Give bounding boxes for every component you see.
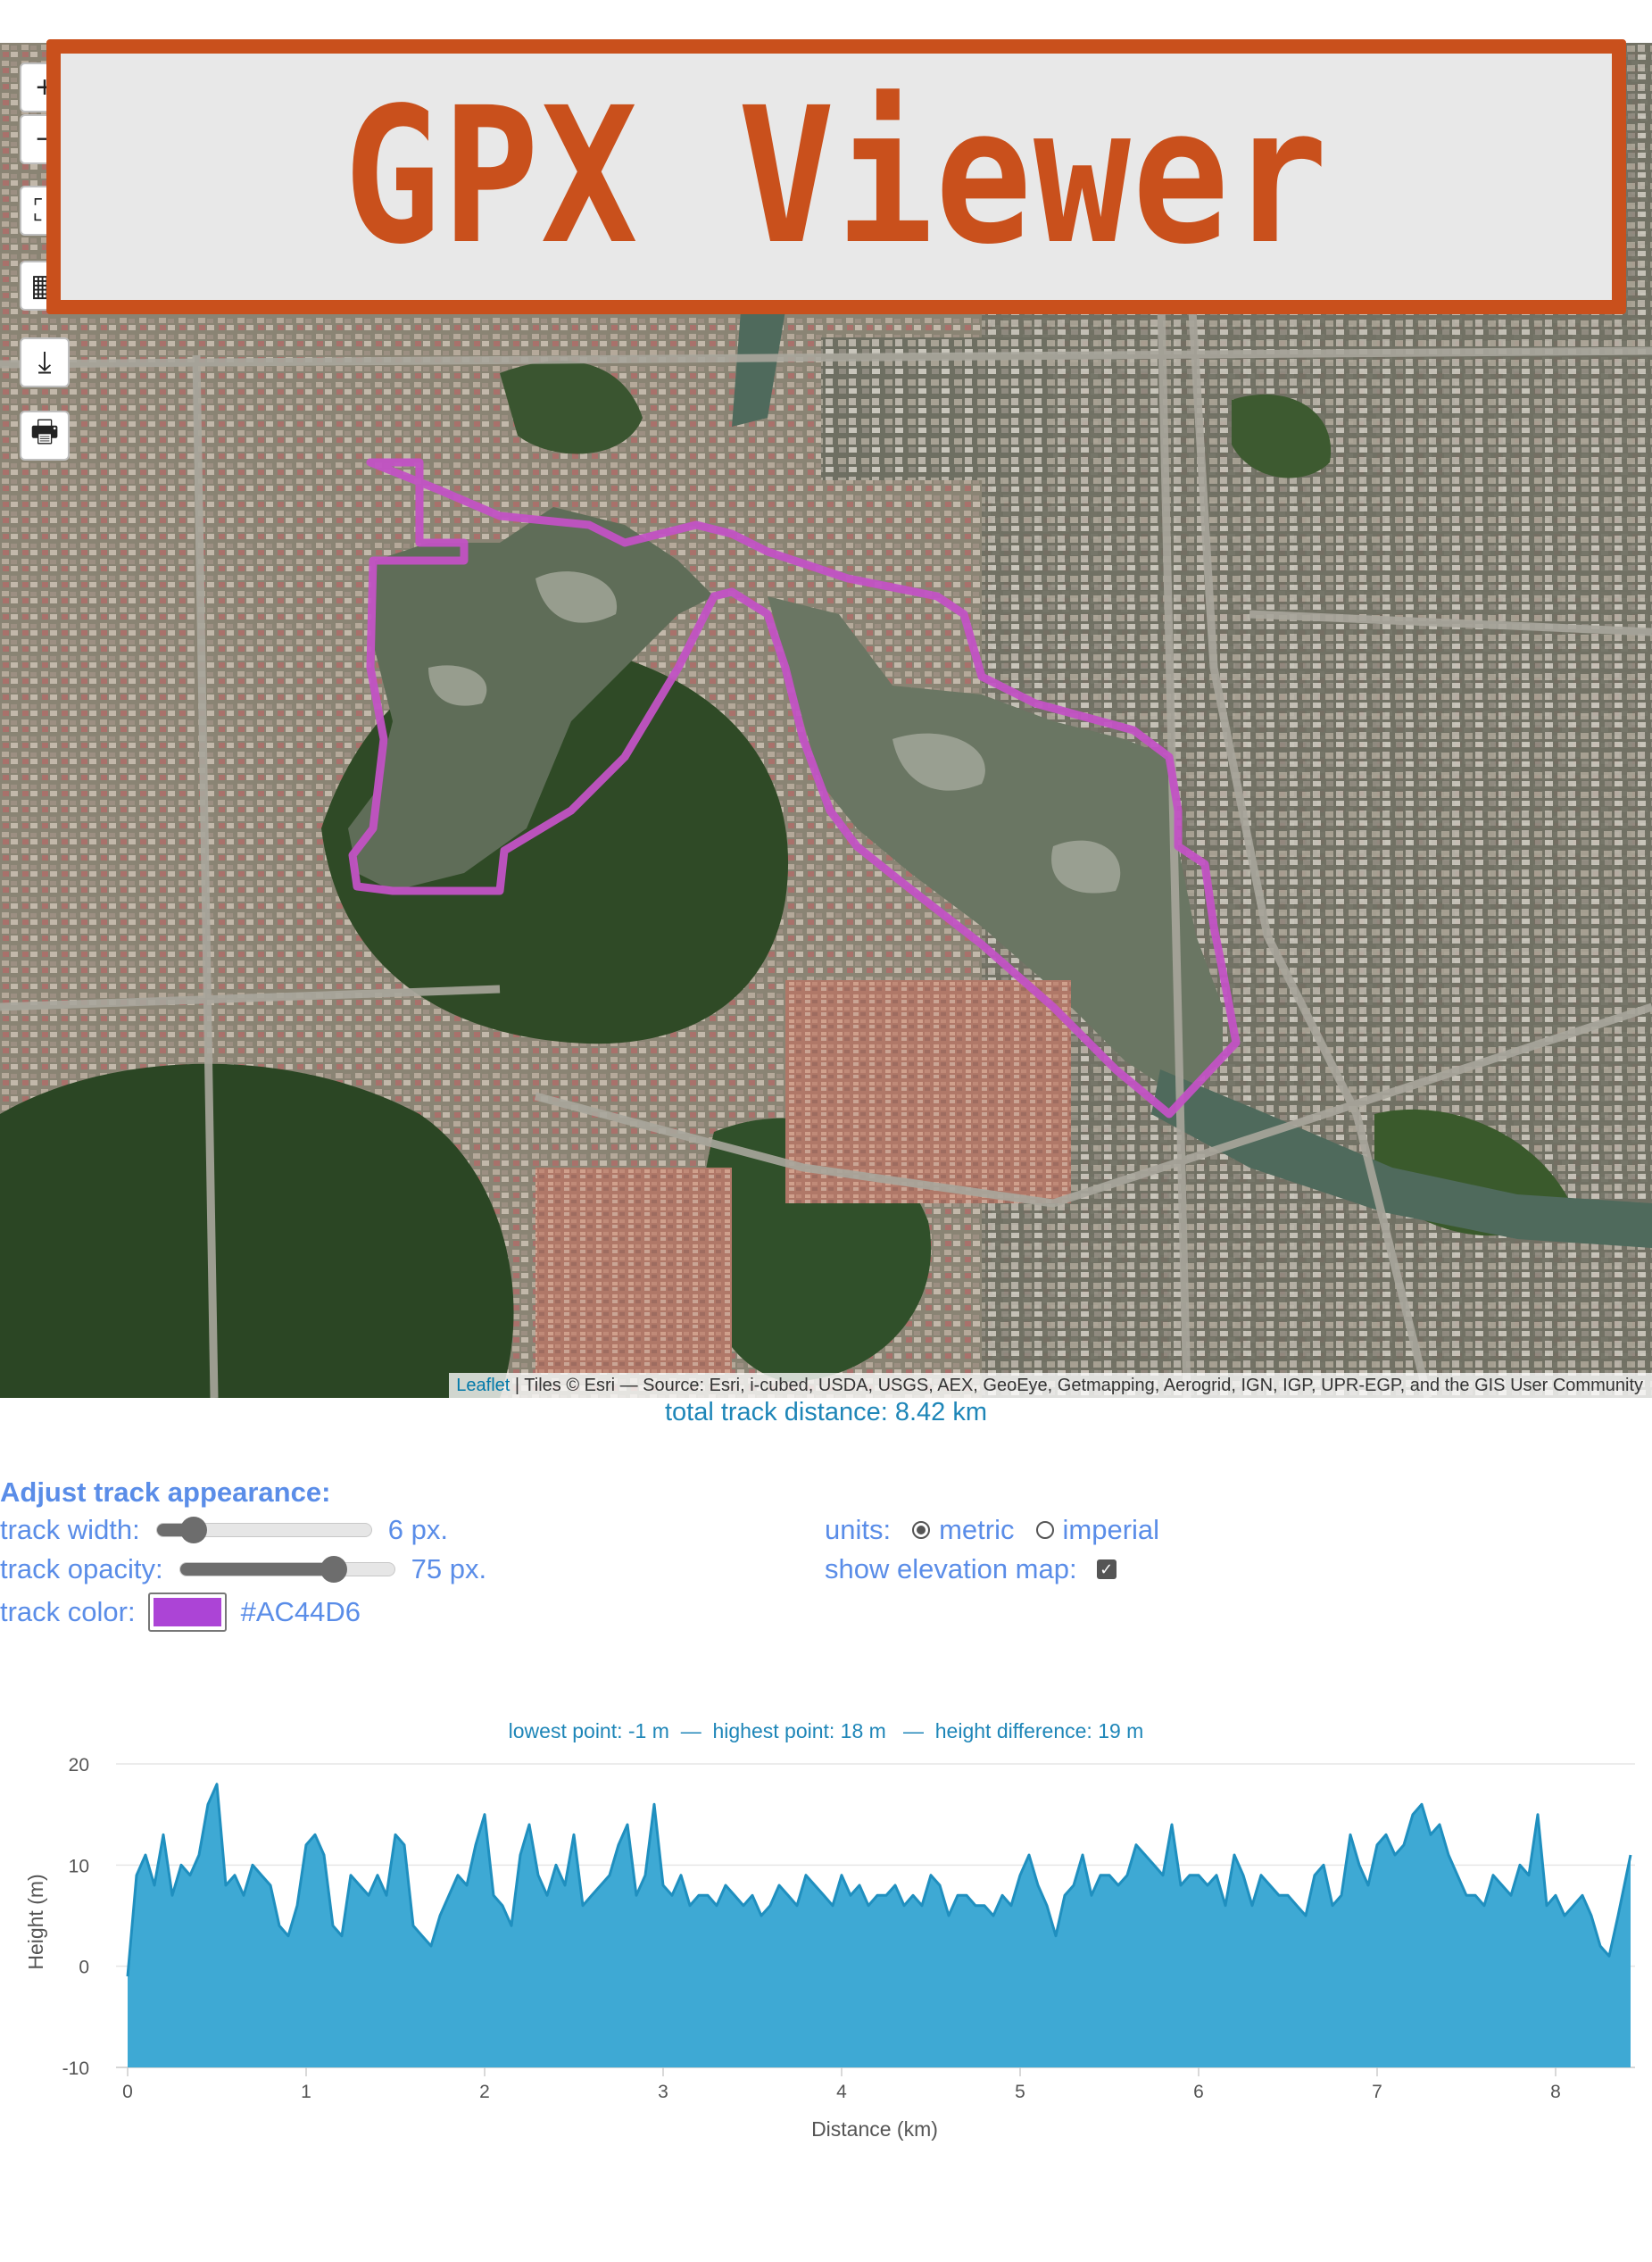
track-opacity-row: track opacity: 75 px. [0,1553,486,1585]
x-tick-label: 2 [479,2082,490,2102]
y-tick-label: -10 [62,2058,89,2079]
y-tick-label: 0 [79,1958,89,1978]
x-tick-label: 5 [1015,2082,1025,2102]
y-tick-label: 10 [69,1856,89,1876]
track-width-slider-handle[interactable] [179,1517,207,1543]
elevation-difference: height difference: 19 m [934,1719,1144,1742]
x-tick-label: 1 [301,2082,311,2102]
stats-separator: — [902,1719,924,1742]
units-metric-radio[interactable] [912,1521,931,1539]
track-color-picker[interactable] [147,1593,227,1632]
elevation-lowest: lowest point: -1 m [508,1719,669,1742]
appearance-heading: Adjust track appearance: [0,1476,331,1508]
x-tick-label: 6 [1193,2082,1204,2102]
elevation-chart[interactable]: 20 10 0 -10 0 1 2 3 4 5 6 7 8 Distance (km) Height … [0,1741,1652,2169]
y-axis-ticks: 20 10 0 -10 [62,1755,89,2079]
stats-separator: — [680,1719,701,1742]
units-metric-label[interactable]: metric [939,1514,1014,1546]
track-color-swatch [153,1598,221,1626]
x-tick-label: 8 [1550,2082,1561,2102]
track-color-row: track color: #AC44D6 [0,1593,361,1632]
x-tick-label: 7 [1372,2082,1382,2102]
page-title: GPX Viewer [343,67,1330,286]
x-tick-label: 4 [836,2082,847,2102]
elevation-highest: highest point: 18 m [712,1719,886,1742]
units-imperial-radio[interactable] [1035,1521,1054,1539]
track-color-value: #AC44D6 [240,1596,361,1627]
track-opacity-label: track opacity: [0,1553,163,1584]
y-axis-label: Height (m) [24,1874,47,1969]
track-opacity-slider-handle[interactable] [320,1556,348,1583]
track-width-slider[interactable] [155,1517,372,1543]
elevation-area [128,1784,1631,2067]
track-width-value: 6 px. [387,1514,448,1545]
units-imperial-label[interactable]: imperial [1063,1514,1160,1546]
elevation-toggle-label: show elevation map: [825,1553,1077,1584]
x-axis-label: Distance (km) [811,2117,938,2141]
track-color-label: track color: [0,1596,136,1627]
track-opacity-slider[interactable] [178,1556,395,1583]
total-distance-label: total track distance: 8.42 km [664,1398,988,1426]
attribution-text: | Tiles © Esri — Source: Esri, i-cubed, … [510,1376,1643,1395]
elevation-toggle-row: show elevation map: ✓ [825,1553,1117,1585]
units-row: units: metric imperial [825,1514,1159,1546]
track-opacity-value: 75 px. [411,1553,487,1584]
y-tick-label: 20 [69,1755,89,1776]
print-icon[interactable]: 🖶 [20,411,70,461]
track-opacity-slider-fill [179,1563,335,1576]
elevation-stats: lowest point: -1 m — highest point: 18 m… [0,1719,1652,1743]
download-icon[interactable]: ⤓ [20,337,70,387]
map-attribution: Leaflet | Tiles © Esri — Source: Esri, i… [449,1373,1652,1398]
title-banner: GPX Viewer [46,39,1626,314]
x-tick-label: 0 [122,2082,133,2102]
track-width-label: track width: [0,1514,140,1545]
x-tick-label: 3 [658,2082,668,2102]
x-axis-ticks: 0 1 2 3 4 5 6 7 8 [122,2067,1561,2102]
elevation-toggle-checkbox[interactable]: ✓ [1096,1559,1117,1579]
units-label: units: [825,1514,892,1545]
leaflet-link[interactable]: Leaflet [456,1376,510,1395]
track-width-row: track width: 6 px. [0,1514,448,1546]
